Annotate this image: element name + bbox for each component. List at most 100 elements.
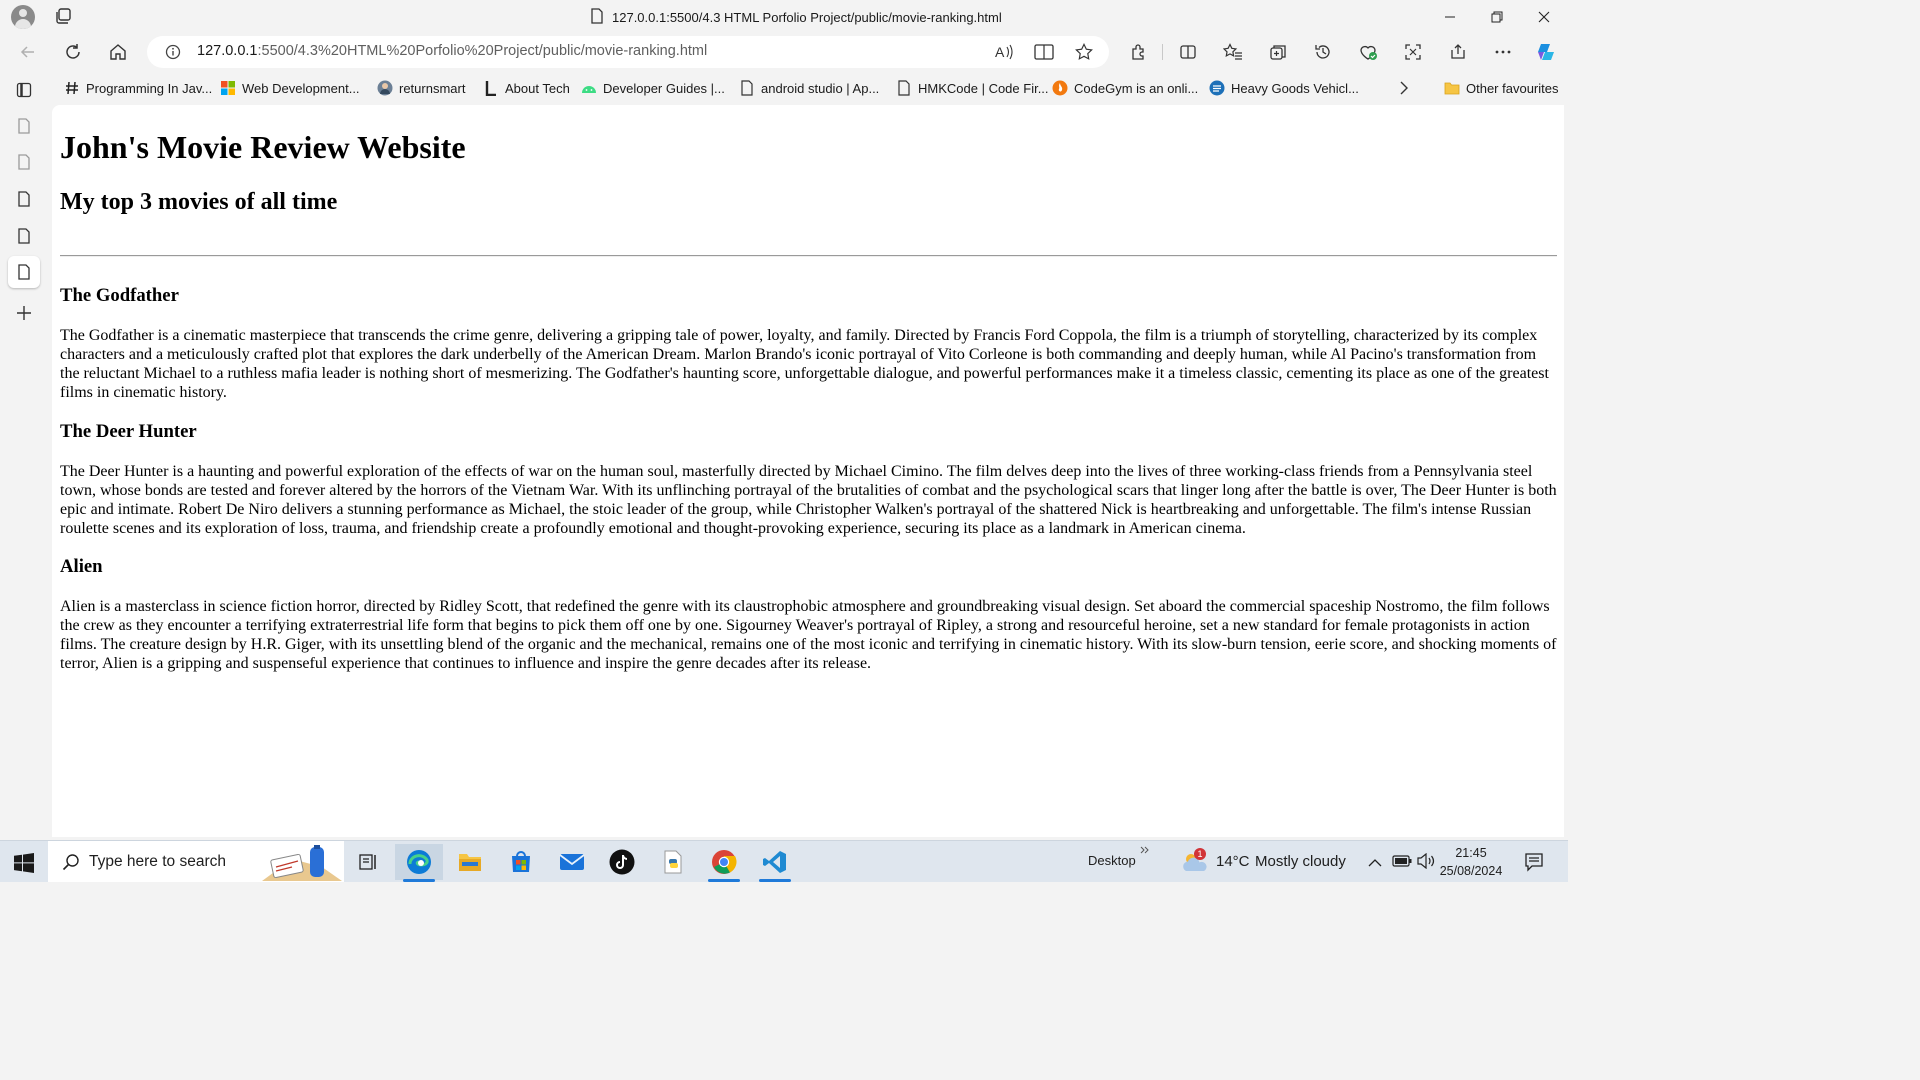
site-info-icon[interactable] (165, 44, 181, 60)
weather-condition[interactable]: Mostly cloudy (1255, 853, 1346, 870)
browser-essentials-icon[interactable] (1353, 38, 1383, 66)
other-favourites-folder[interactable]: Other favourites (1444, 79, 1559, 97)
favourite-label: About Tech (505, 80, 570, 96)
favourite-item[interactable]: HMKCode | Code Fir... (896, 79, 1049, 97)
more-options-icon[interactable] (1488, 38, 1518, 66)
movie-title: The Godfather (60, 285, 179, 306)
favourite-item[interactable]: About Tech (483, 79, 570, 97)
minimize-button[interactable] (1427, 0, 1473, 34)
vertical-tabs-panel (0, 70, 52, 840)
immersive-reader-icon[interactable] (1033, 42, 1055, 62)
clock-date: 25/08/2024 (1439, 864, 1503, 878)
favourite-item[interactable]: CodeGym is an onli... (1052, 79, 1198, 97)
notifications-icon[interactable] (1524, 852, 1544, 877)
page-title: John's Movie Review Website (60, 129, 466, 165)
favourite-item[interactable]: Developer Guides |... (581, 79, 725, 97)
svg-text:A: A (995, 44, 1005, 60)
windows-taskbar: Type here to search Desktop 1 14°C Mostl… (0, 840, 1568, 882)
tray-overflow-chevron-icon[interactable] (1368, 855, 1382, 873)
profile-avatar-icon[interactable] (11, 5, 35, 29)
tab-actions-icon[interactable] (54, 7, 72, 25)
file-explorer-icon[interactable] (446, 844, 494, 880)
python-file-icon[interactable] (649, 844, 697, 880)
vertical-tab[interactable] (8, 146, 40, 178)
windows-start-icon[interactable] (14, 853, 34, 873)
section-divider (60, 255, 1557, 257)
read-aloud-icon[interactable]: A (993, 42, 1015, 62)
page-icon (896, 80, 912, 96)
battery-icon[interactable] (1392, 854, 1412, 873)
back-button[interactable] (13, 38, 43, 66)
avatar-icon (377, 80, 393, 96)
vertical-tab[interactable] (8, 110, 40, 142)
favourite-label: CodeGym is an onli... (1074, 80, 1199, 96)
window-title: 127.0.0.1:5500/4.3 HTML Porfolio Project… (590, 7, 1002, 26)
split-screen-icon[interactable] (1173, 38, 1203, 66)
page-subtitle: My top 3 movies of all time (60, 189, 338, 215)
favourite-item[interactable]: android studio | Ap... (739, 79, 879, 97)
movie-review: The Deer Hunter is a haunting and powerf… (60, 463, 1557, 537)
govuk-icon (1209, 80, 1225, 96)
vertical-tab[interactable] (8, 183, 40, 215)
history-icon[interactable] (1308, 38, 1338, 66)
volume-icon[interactable] (1416, 852, 1436, 874)
favourite-label: Heavy Goods Vehicl... (1231, 80, 1359, 96)
home-button[interactable] (103, 38, 133, 66)
mail-icon[interactable] (548, 844, 596, 880)
close-window-button[interactable] (1521, 0, 1567, 34)
desktop-toolbar-chevron-icon[interactable] (1140, 843, 1150, 861)
tiktok-icon[interactable] (598, 844, 646, 880)
page-icon (739, 80, 755, 96)
weather-alert-badge: 1 (1194, 848, 1206, 860)
toolbar-divider (1162, 44, 1163, 60)
copilot-icon[interactable] (1531, 38, 1561, 66)
favourite-item[interactable]: Heavy Goods Vehicl... (1209, 79, 1359, 97)
movie-entry: The Godfather The Godfather is a cinemat… (60, 285, 1557, 402)
vertical-tab[interactable] (8, 220, 40, 252)
screenshot-icon[interactable] (1398, 38, 1428, 66)
restore-button[interactable] (1474, 0, 1520, 34)
vscode-taskbar-icon[interactable] (751, 844, 799, 882)
favourite-label: Developer Guides |... (603, 80, 725, 96)
movie-entry: Alien Alien is a masterclass in science … (60, 556, 1557, 673)
share-icon[interactable] (1443, 38, 1473, 66)
taskbar-search-box[interactable]: Type here to search (48, 841, 344, 882)
task-view-icon[interactable] (344, 844, 392, 880)
desktop-toolbar-label[interactable]: Desktop (1088, 853, 1136, 868)
favourite-item[interactable]: Web Development... (220, 79, 360, 97)
favourites-bar: Programming In Jav... Web Development...… (52, 72, 1568, 104)
collections-icon[interactable] (1263, 38, 1293, 66)
movie-review: The Godfather is a cinematic masterpiece… (60, 327, 1549, 401)
chrome-taskbar-icon[interactable] (700, 844, 748, 882)
favourite-label: Web Development... (242, 80, 360, 96)
search-placeholder: Type here to search (89, 853, 226, 870)
l-logo-icon (483, 80, 499, 97)
weather-temperature[interactable]: 14°C (1216, 853, 1250, 870)
favourite-item[interactable]: returnsmart (377, 79, 465, 97)
refresh-button[interactable] (58, 38, 88, 66)
favorite-star-icon[interactable] (1073, 42, 1095, 62)
favorites-list-icon[interactable] (1218, 38, 1248, 66)
favourites-overflow-chevron-icon[interactable] (1398, 79, 1410, 97)
weather-cloud-icon[interactable]: 1 (1180, 848, 1210, 880)
favourite-item[interactable]: Programming In Jav... (64, 79, 212, 97)
favourite-label: Programming In Jav... (86, 80, 213, 96)
system-clock[interactable]: 21:45 25/08/2024 (1436, 844, 1506, 880)
search-icon (62, 853, 80, 876)
movie-title: Alien (60, 556, 103, 577)
extensions-icon[interactable] (1124, 38, 1154, 66)
favourite-label: HMKCode | Code Fir... (918, 80, 1049, 96)
url-text[interactable]: 127.0.0.1:5500/4.3%20HTML%20Porfolio%20P… (197, 43, 707, 59)
vertical-tab-active[interactable] (8, 256, 40, 288)
hash-icon (64, 80, 80, 96)
favourite-label: returnsmart (399, 80, 466, 96)
tab-actions-menu-icon[interactable] (8, 74, 40, 106)
new-tab-plus-icon[interactable] (8, 297, 40, 329)
url-host: 127.0.0.1 (197, 43, 258, 59)
window-title-text: 127.0.0.1:5500/4.3 HTML Porfolio Project… (612, 9, 1002, 25)
page-viewport: John's Movie Review Website My top 3 mov… (52, 105, 1564, 837)
clock-time: 21:45 (1455, 846, 1487, 860)
edge-taskbar-icon[interactable] (395, 844, 443, 882)
address-bar[interactable]: 127.0.0.1:5500/4.3%20HTML%20Porfolio%20P… (147, 36, 1109, 68)
microsoft-store-icon[interactable] (497, 844, 545, 880)
